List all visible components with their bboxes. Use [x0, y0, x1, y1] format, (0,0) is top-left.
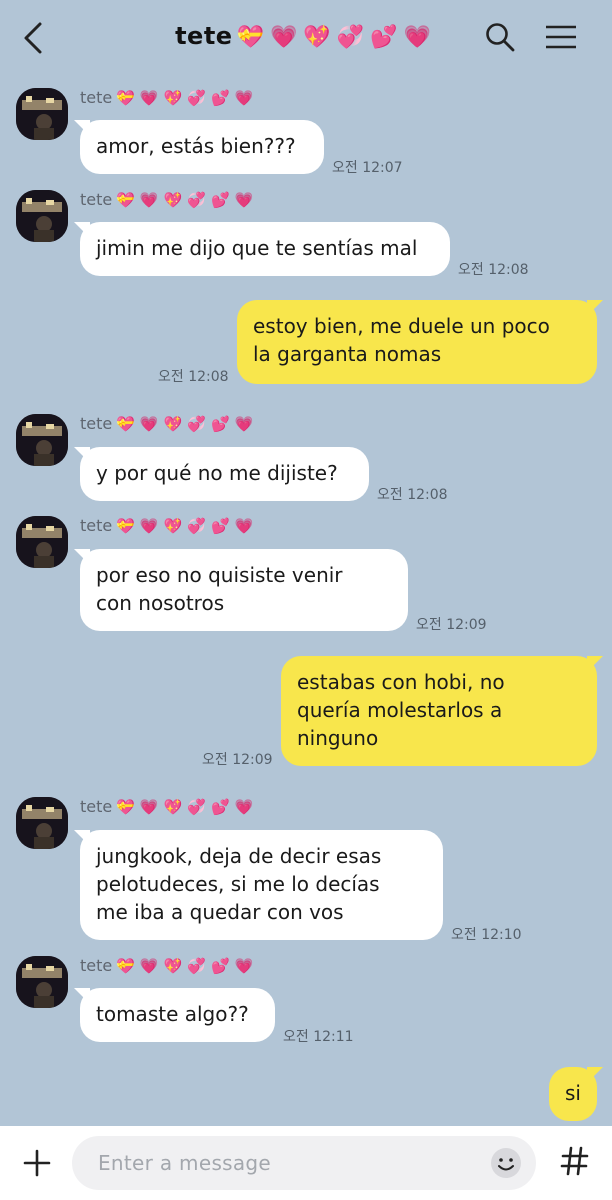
message-time: 오전 12:10	[451, 927, 522, 943]
message-text: quería molestarlos a	[297, 698, 503, 722]
message-bubble-incoming[interactable]: por eso no quisiste venir con nosotros	[80, 549, 408, 631]
message-bubble-incoming[interactable]: jungkook, deja de decir esas pelotudeces…	[80, 830, 443, 940]
message-bubble-incoming[interactable]: y por qué no me dijiste?	[80, 447, 369, 501]
search-icon[interactable]	[485, 22, 515, 52]
message-text: la garganta nomas	[253, 342, 442, 366]
emoji-icon[interactable]	[490, 1147, 522, 1179]
message-input[interactable]: Enter a message	[72, 1136, 536, 1190]
message-composer: Enter a message	[0, 1126, 612, 1200]
sender-name: tete 💝💗💖💞💕💗	[80, 516, 259, 535]
chat-title-hearts: 💝💗💖💞💕💗	[236, 25, 437, 50]
message-text: estabas con hobi, no	[297, 670, 505, 694]
sender-name: tete 💝💗💖💞💕💗	[80, 797, 259, 816]
message-text: si	[565, 1081, 581, 1105]
message-time: 오전 12:08	[377, 487, 448, 503]
message-text: tomaste algo??	[96, 1002, 249, 1026]
avatar[interactable]	[16, 88, 68, 140]
message-text: jungkook, deja de decir esas	[96, 844, 382, 868]
avatar[interactable]	[16, 956, 68, 1008]
chat-title: tete 💝💗💖💞💕💗	[0, 22, 612, 50]
message-text: amor, estás bien???	[96, 134, 296, 158]
message-text: pelotudeces, si me lo decías	[96, 872, 380, 896]
sender-name: tete 💝💗💖💞💕💗	[80, 414, 259, 433]
chat-title-name: tete	[175, 22, 233, 50]
message-time: 오전 12:09	[416, 617, 487, 633]
message-text: jimin me dijo que te sentías mal	[96, 236, 418, 260]
message-text: ninguno	[297, 726, 379, 750]
message-time: 오전 12:08	[158, 369, 229, 385]
message-bubble-incoming[interactable]: jimin me dijo que te sentías mal	[80, 222, 450, 276]
hashtag-icon[interactable]	[560, 1144, 590, 1178]
avatar[interactable]	[16, 516, 68, 568]
chat-header: tete 💝💗💖💞💕💗	[0, 0, 612, 78]
message-bubble-incoming[interactable]: tomaste algo??	[80, 988, 275, 1042]
avatar[interactable]	[16, 414, 68, 466]
message-time: 오전 12:07	[332, 160, 403, 176]
sender-name: tete 💝💗💖💞💕💗	[80, 956, 259, 975]
menu-icon[interactable]	[545, 24, 577, 50]
message-text: por eso no quisiste venir	[96, 563, 343, 587]
message-bubble-outgoing[interactable]: si	[549, 1067, 597, 1121]
message-text: y por qué no me dijiste?	[96, 461, 338, 485]
plus-icon[interactable]	[20, 1146, 54, 1180]
message-text: me iba a quedar con vos	[96, 900, 344, 924]
message-time: 오전 12:11	[283, 1029, 354, 1045]
avatar[interactable]	[16, 797, 68, 849]
message-bubble-outgoing[interactable]: estoy bien, me duele un poco la garganta…	[237, 300, 597, 384]
message-text: con nosotros	[96, 591, 225, 615]
message-time: 오전 12:08	[458, 262, 529, 278]
message-input-placeholder: Enter a message	[98, 1151, 272, 1175]
message-bubble-outgoing[interactable]: estabas con hobi, no quería molestarlos …	[281, 656, 597, 766]
avatar[interactable]	[16, 190, 68, 242]
message-time: 오전 12:09	[202, 752, 273, 768]
message-bubble-incoming[interactable]: amor, estás bien???	[80, 120, 324, 174]
message-text: estoy bien, me duele un poco	[253, 314, 550, 338]
sender-name: tete 💝💗💖💞💕💗	[80, 190, 259, 209]
sender-name: tete 💝💗💖💞💕💗	[80, 88, 259, 107]
